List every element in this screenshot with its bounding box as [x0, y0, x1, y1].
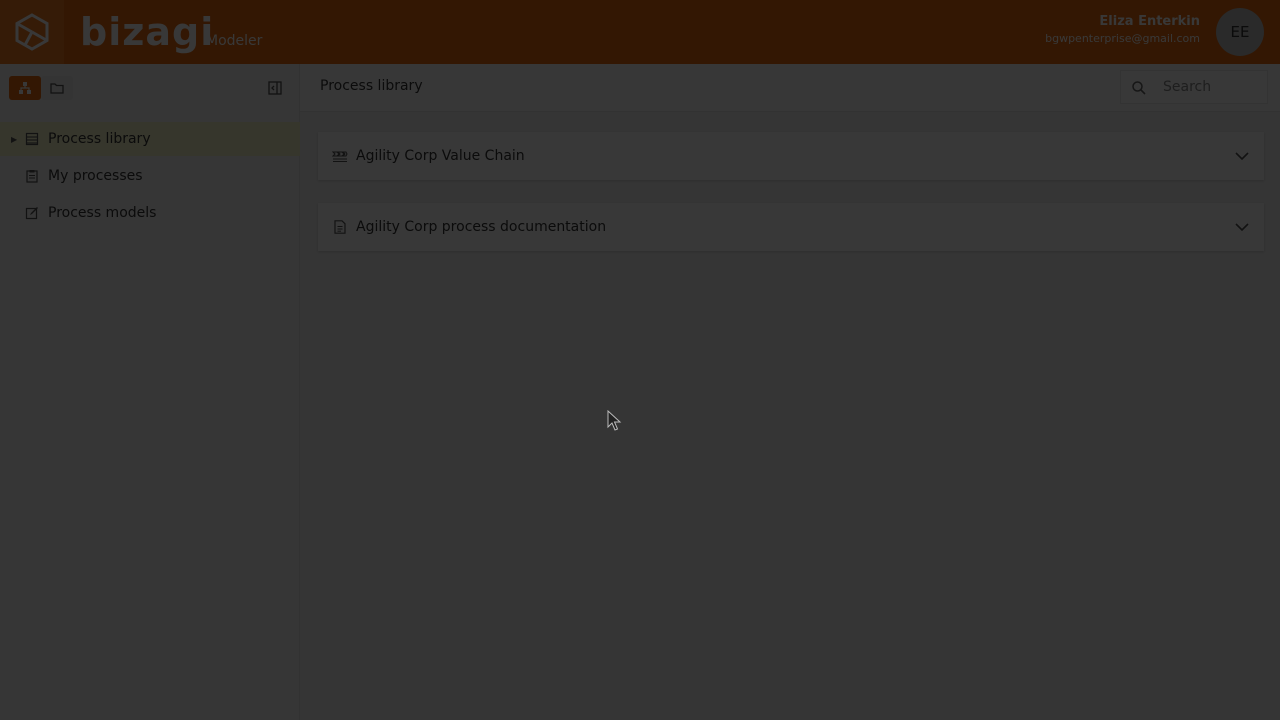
app-header: bizagi Modeler Eliza Enterkin bgwpenterp…	[0, 0, 1280, 64]
user-name: Eliza Enterkin	[1099, 14, 1200, 29]
list-icon	[25, 132, 39, 146]
product-name: Modeler	[206, 33, 263, 49]
hierarchy-icon	[19, 82, 31, 94]
card-title: Agility Corp Value Chain	[356, 148, 525, 164]
sidebar-toolbar	[0, 64, 300, 112]
main-toolbar: Process library	[300, 64, 1280, 112]
edit-model-icon	[25, 207, 38, 220]
sidebar-item-label: Process library	[48, 131, 151, 147]
folder-view-button[interactable]	[41, 76, 73, 100]
folder-icon	[50, 83, 64, 94]
collapse-sidebar-button[interactable]	[264, 78, 286, 98]
card-title: Agility Corp process documentation	[356, 219, 607, 235]
sidebar-item-process-models[interactable]: Process models	[0, 196, 300, 230]
user-email: bgwpenterprise@gmail.com	[1045, 32, 1200, 45]
document-icon	[334, 220, 346, 234]
value-chain-icon	[332, 151, 348, 162]
sidebar-item-process-library[interactable]: ▶ Process library	[0, 122, 300, 156]
app-logo[interactable]	[0, 0, 64, 64]
library-card-process-documentation[interactable]: Agility Corp process documentation	[318, 203, 1264, 251]
main-content: Process library Agility Corp Value Chain	[300, 64, 1280, 720]
sidebar-item-my-processes[interactable]: My processes	[0, 159, 300, 193]
search-icon	[1132, 81, 1146, 95]
page-title: Process library	[320, 78, 423, 94]
expand-caret-icon[interactable]: ▶	[11, 135, 17, 144]
brand-name: bizagi	[80, 10, 215, 54]
clipboard-icon	[26, 170, 38, 183]
user-avatar[interactable]: EE	[1216, 8, 1264, 56]
search-box[interactable]	[1120, 70, 1268, 104]
sidebar-item-label: My processes	[48, 168, 143, 184]
sidebar: ▶ Process library My processes Process m…	[0, 64, 300, 720]
hexagon-logo-icon	[15, 13, 49, 51]
chevron-down-icon[interactable]	[1234, 220, 1250, 234]
search-input[interactable]	[1163, 71, 1263, 103]
sidebar-item-label: Process models	[48, 205, 157, 221]
hierarchy-view-button[interactable]	[9, 76, 41, 100]
collapse-panel-icon	[268, 81, 282, 95]
library-card-value-chain[interactable]: Agility Corp Value Chain	[318, 132, 1264, 180]
chevron-down-icon[interactable]	[1234, 149, 1250, 163]
mouse-cursor-icon	[607, 410, 622, 431]
